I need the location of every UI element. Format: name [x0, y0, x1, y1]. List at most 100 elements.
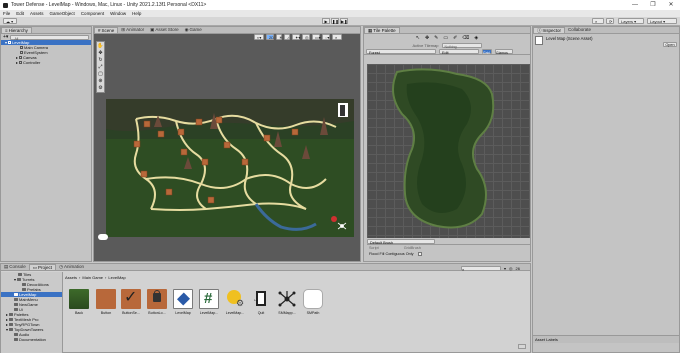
level-button[interactable] [143, 120, 151, 128]
asset-button-select[interactable]: ✓ ButtonSe... [121, 289, 143, 315]
rotate-tool-icon[interactable]: ↻ [98, 57, 102, 63]
level-button[interactable] [241, 158, 249, 166]
level-button[interactable] [180, 148, 188, 156]
gizmos-toggle[interactable]: Gizmos [495, 48, 513, 55]
menu-component[interactable]: Component [81, 11, 104, 16]
open-button[interactable]: Open [663, 42, 677, 47]
rect-tool-icon[interactable]: ▢ [98, 71, 103, 77]
palette-grid[interactable] [367, 64, 530, 238]
project-search-input[interactable]: ⌕ [461, 266, 501, 272]
fill-icon[interactable]: ◈ [474, 35, 478, 41]
asset-levelmap-so[interactable]: ⚙ LevelMap... [225, 289, 247, 315]
folder-item[interactable]: Documentation [1, 337, 62, 342]
hidden-objects-toggle[interactable]: ◎ [302, 34, 310, 40]
menu-assets[interactable]: Assets [30, 11, 44, 16]
grid-toggle[interactable]: Grid [482, 48, 492, 55]
close-button[interactable]: ✕ [662, 0, 680, 10]
level-button[interactable] [263, 134, 271, 142]
camera-settings[interactable]: ▭▾ [312, 34, 321, 40]
tab-game[interactable]: ◉ Game [182, 27, 205, 33]
palette-dropdown[interactable]: Forest [366, 48, 436, 55]
gizmos-dropdown[interactable]: ◌▾ [322, 34, 330, 40]
asset-levelmap-scene[interactable]: LevelMap [173, 289, 195, 315]
tab-collaborate[interactable]: Collaborate [565, 27, 594, 33]
move-tool-icon[interactable]: ✥ [98, 50, 102, 56]
breadcrumb-assets[interactable]: Assets [65, 275, 77, 280]
scene-search[interactable]: ⌕ [332, 34, 342, 40]
asset-labels-bar[interactable]: Asset Labels [533, 335, 679, 343]
picker-icon[interactable]: ✐ [453, 35, 457, 41]
level-map-render[interactable] [106, 99, 354, 237]
level-button[interactable] [133, 140, 141, 148]
lighting-toggle[interactable]: ☀ [276, 34, 283, 40]
level-button[interactable] [165, 188, 173, 196]
layout-dropdown[interactable]: Layout ▾ [647, 18, 677, 24]
eraser-icon[interactable]: ⌫ [462, 35, 469, 41]
hierarchy-item-controller[interactable]: ▸ Controller [1, 60, 91, 65]
breadcrumb-main-game[interactable]: Main Game [82, 275, 103, 280]
level-button[interactable] [291, 128, 299, 136]
box-fill-icon[interactable]: ▭ [443, 35, 448, 41]
audio-toggle[interactable]: ♪ [284, 34, 290, 40]
transform-tool-icon[interactable]: ⊕ [98, 78, 102, 84]
hierarchy-search-input[interactable]: All [10, 34, 89, 41]
menu-file[interactable]: File [3, 11, 10, 16]
active-tilemap-dropdown[interactable]: Nothing [441, 42, 482, 49]
node-graph-icon[interactable] [331, 216, 337, 222]
level-button[interactable] [195, 118, 203, 126]
custom-tool-icon[interactable]: ⚙ [98, 85, 102, 91]
level-button[interactable] [215, 116, 223, 124]
tab-inspector[interactable]: ⓘ Inspector [533, 27, 566, 33]
thumbnail-size-slider[interactable] [518, 344, 526, 349]
minimize-button[interactable]: — [626, 0, 644, 10]
tab-scene[interactable]: # Scene [94, 27, 119, 33]
level-button[interactable] [223, 141, 231, 149]
tab-tile-palette[interactable]: ▦ Tile Palette [364, 27, 400, 33]
move-tile-icon[interactable]: ✥ [425, 35, 429, 41]
select-tool-icon[interactable]: ↖ [416, 35, 420, 41]
maximize-button[interactable]: ❐ [644, 0, 662, 10]
tab-animation[interactable]: ◷ Animation [56, 264, 87, 270]
account-button[interactable]: ☁ ▾ [3, 18, 17, 24]
tab-animator[interactable]: ⊞ Animator [118, 27, 147, 33]
asset-quit[interactable]: ← Quit [251, 289, 273, 315]
tab-console[interactable]: ▤ Console [1, 264, 29, 270]
toggle-2d-button[interactable]: 2D [266, 34, 274, 40]
brush-dropdown[interactable]: Default Brush [367, 239, 435, 245]
effects-dropdown[interactable]: ✦▾ [292, 34, 300, 40]
draw-mode-dropdown[interactable]: ◐▾ [254, 34, 264, 40]
forest-palette-tiles[interactable] [367, 64, 530, 238]
level-button[interactable] [207, 196, 215, 204]
menu-gameobject[interactable]: GameObject [50, 11, 75, 16]
cloud-button[interactable]: ⟳ [606, 18, 614, 24]
menu-edit[interactable]: Edit [16, 11, 24, 16]
menu-window[interactable]: Window [110, 11, 126, 16]
layers-dropdown[interactable]: Layers ▾ [618, 18, 644, 24]
pause-button[interactable]: ❚❚ [331, 18, 339, 24]
collab-button[interactable]: ⌕ [592, 18, 604, 24]
filter-icon[interactable]: ▾ [504, 266, 506, 271]
tab-asset-store[interactable]: ▣ Asset Store [147, 27, 182, 33]
menu-help[interactable]: Help [132, 11, 141, 16]
tab-hierarchy[interactable]: ≡ Hierarchy [1, 27, 32, 33]
tab-project[interactable]: ▭ Project [28, 264, 57, 270]
asset-button[interactable]: Button [96, 289, 118, 315]
hand-tool-icon[interactable]: ✋ [97, 43, 103, 49]
asset-smpath[interactable]: SMPath [303, 289, 325, 315]
scale-tool-icon[interactable]: ⤢ [98, 64, 102, 70]
asset-back[interactable]: Back [69, 289, 91, 315]
flood-fill-checkbox[interactable] [417, 252, 422, 256]
eye-icon[interactable]: ◎ [509, 266, 513, 271]
edit-button[interactable]: Edit [439, 48, 479, 55]
paint-brush-icon[interactable]: ✎ [434, 35, 438, 41]
step-button[interactable]: ▶❚ [340, 18, 348, 24]
level-button[interactable] [177, 128, 185, 136]
asset-button-lock[interactable]: ButtonLo... [147, 289, 169, 315]
asset-smmap[interactable]: SMMapp... [277, 289, 299, 315]
play-button[interactable]: ▶ [322, 18, 330, 24]
asset-levelmap-script[interactable]: # LevelMap... [199, 289, 221, 315]
level-button[interactable] [140, 170, 148, 178]
level-button[interactable] [201, 158, 209, 166]
level-button[interactable] [157, 130, 165, 138]
breadcrumb-levelmap[interactable]: LevelMap [108, 275, 125, 280]
